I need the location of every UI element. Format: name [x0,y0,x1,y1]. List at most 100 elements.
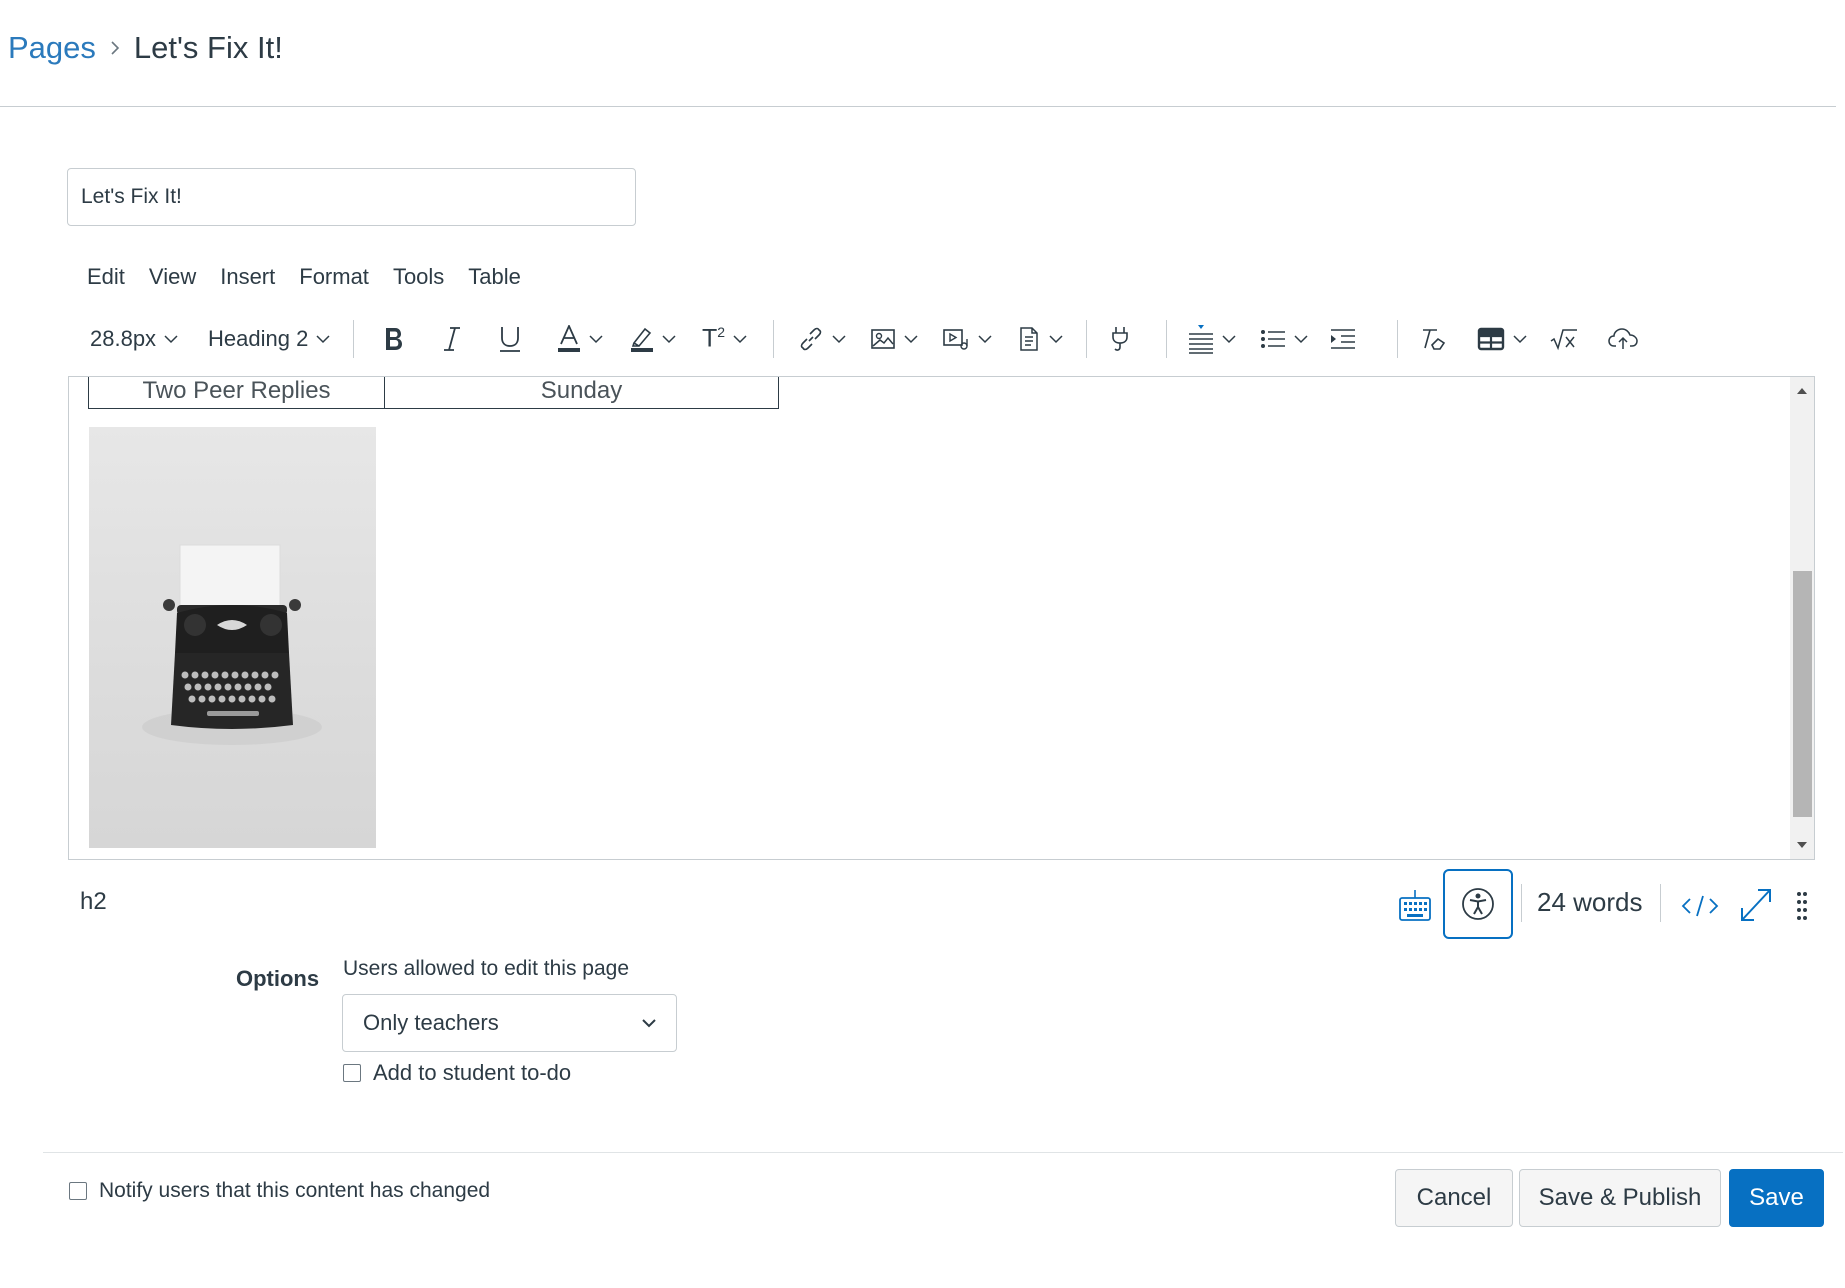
student-todo-option: Add to student to-do [343,1060,571,1086]
scroll-up-arrow-icon[interactable] [1796,385,1808,397]
font-size-value: 28.8px [90,326,157,351]
list-button[interactable] [1260,314,1308,364]
bold-button[interactable] [383,314,405,364]
keyboard-shortcuts-button[interactable] [1398,870,1432,938]
keyboard-icon [1399,890,1431,921]
text-color-icon [558,325,580,352]
equation-button[interactable] [1550,314,1578,364]
fullscreen-button[interactable] [1738,884,1774,924]
indent-button[interactable] [1330,314,1356,364]
html-editor-button[interactable] [1680,888,1720,924]
indent-icon [1331,329,1355,349]
superscript-button[interactable]: T2 [702,314,747,364]
cloud-icon [1608,328,1638,349]
superscript-icon: T2 [702,324,726,353]
toolbar-separator [1086,320,1087,358]
toolbar-separator [353,320,354,358]
clear-formatting-icon [1423,329,1446,350]
underline-icon [500,327,520,352]
menu-edit[interactable]: Edit [75,264,137,290]
edit-permission-label: Users allowed to edit this page [343,957,629,980]
scroll-down-arrow-icon[interactable] [1796,839,1808,851]
clear-formatting-button[interactable] [1420,314,1446,364]
bold-icon [386,328,402,350]
chevron-down-icon [1049,334,1063,343]
menu-tools[interactable]: Tools [381,264,456,290]
table-cell[interactable]: Sunday [384,377,779,409]
editor-scrollbar[interactable] [1790,377,1814,859]
save-button[interactable]: Save [1729,1169,1824,1227]
save-and-publish-button[interactable]: Save & Publish [1519,1169,1721,1227]
chevron-down-icon [164,334,178,343]
chevron-down-icon [589,334,603,343]
student-todo-label[interactable]: Add to student to-do [373,1060,571,1086]
table-cell[interactable]: Two Peer Replies [88,377,385,409]
element-path[interactable]: h2 [80,888,107,916]
notify-users-option: Notify users that this content has chang… [69,1179,490,1203]
footer-divider [43,1152,1843,1153]
content-table: Two Peer Replies Sunday [88,377,779,409]
chevron-down-icon [1294,334,1308,343]
align-justify-icon [1189,325,1213,354]
chevron-down-icon [642,1018,656,1027]
chevron-down-icon [904,334,918,343]
media-button[interactable] [942,314,992,364]
document-icon [1020,327,1038,351]
statusbar-separator [1521,884,1522,922]
accessibility-icon [1462,888,1494,920]
square-root-icon [1550,329,1577,351]
alignment-button[interactable] [1188,314,1236,364]
cancel-button[interactable]: Cancel [1395,1169,1513,1227]
menu-view[interactable]: View [137,264,208,290]
accessibility-checker-button[interactable] [1443,869,1513,939]
typewriter-illustration [142,544,322,745]
toolbar-separator [1166,320,1167,358]
breadcrumb: Pages Let's Fix It! [8,30,283,66]
editor-toolbar: 28.8px Heading 2 T2 [80,314,1660,364]
edit-permission-select[interactable]: Only teachers [342,994,677,1052]
edit-permission-value: Only teachers [363,1010,499,1035]
italic-button[interactable] [442,314,462,364]
expand-icon [1741,889,1771,921]
code-icon [1681,895,1719,917]
menu-insert[interactable]: Insert [208,264,287,290]
word-count: 24 words [1537,887,1643,917]
breadcrumb-pages-link[interactable]: Pages [8,30,96,66]
options-label: Options [236,966,320,991]
toolbar-separator [773,320,774,358]
apps-plugin-button[interactable] [1108,314,1132,364]
notify-users-label[interactable]: Notify users that this content has chang… [99,1179,490,1203]
rich-content-editor[interactable]: Two Peer Replies Sunday [68,376,1815,860]
media-icon [943,329,968,350]
table-icon [1477,327,1505,351]
chevron-down-icon [662,334,676,343]
header-divider [0,106,1836,107]
chevron-down-icon [978,334,992,343]
plug-icon [1112,327,1128,351]
font-size-dropdown[interactable]: 28.8px [90,314,178,364]
text-color-button[interactable] [557,314,603,364]
highlight-color-button[interactable] [630,314,676,364]
student-todo-checkbox[interactable] [343,1064,361,1082]
block-format-dropdown[interactable]: Heading 2 [208,314,330,364]
notify-users-checkbox[interactable] [69,1182,87,1200]
link-button[interactable] [798,314,846,364]
document-button[interactable] [1017,314,1063,364]
page-title-input[interactable] [67,168,636,226]
scrollbar-thumb[interactable] [1793,571,1812,817]
drag-handle-icon [1797,892,1807,920]
typewriter-image[interactable] [89,427,376,848]
chevron-down-icon [832,334,846,343]
resize-handle[interactable] [1796,890,1808,922]
menu-format[interactable]: Format [287,264,381,290]
table-button[interactable] [1477,314,1527,364]
cloud-upload-button[interactable] [1608,314,1638,364]
bulleted-list-icon [1261,330,1285,348]
italic-icon [444,327,460,351]
image-button[interactable] [870,314,918,364]
chevron-down-icon [1222,334,1236,343]
link-icon [800,327,822,351]
menu-table[interactable]: Table [456,264,533,290]
toolbar-separator [1397,320,1398,358]
underline-button[interactable] [498,314,522,364]
